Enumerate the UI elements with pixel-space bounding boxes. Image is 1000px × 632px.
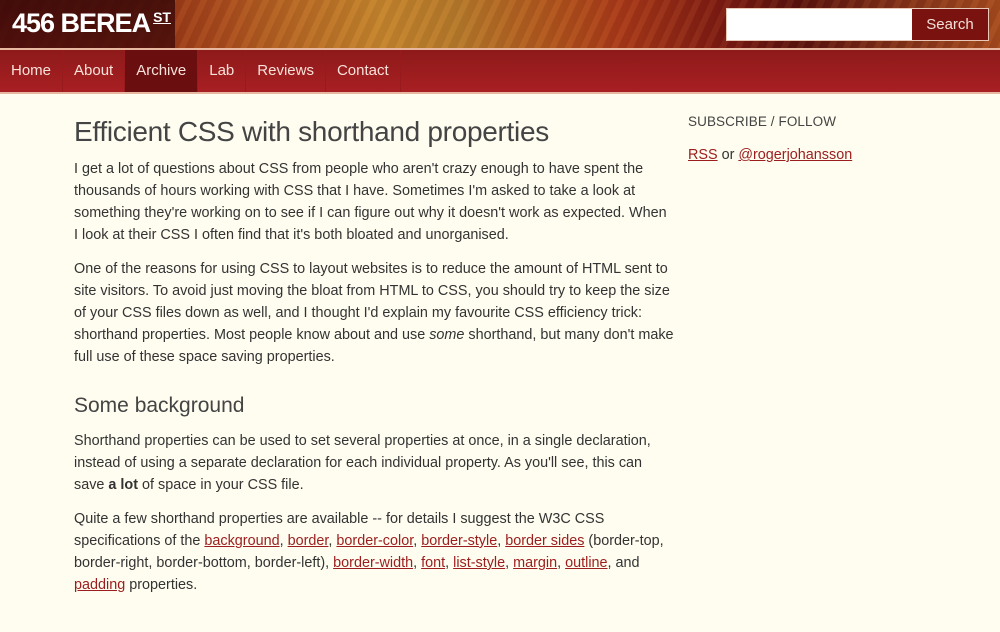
article-title: Efficient CSS with shorthand properties xyxy=(74,116,549,147)
link-background[interactable]: background xyxy=(204,533,279,549)
strong-text: a lot xyxy=(108,477,138,493)
main-nav: Home About Archive Lab Reviews Contact xyxy=(0,48,1000,94)
nav-item-home[interactable]: Home xyxy=(0,50,64,92)
site-header: 456 BEREA ST Search xyxy=(0,0,1000,48)
article: Efficient CSS with shorthand properties … xyxy=(74,110,674,608)
text: or xyxy=(717,147,739,163)
nav-item-contact[interactable]: Contact xyxy=(326,50,401,92)
logo-text: 456 BEREA xyxy=(12,8,151,38)
nav-item-lab[interactable]: Lab xyxy=(198,50,247,92)
separator: , xyxy=(279,533,288,549)
separator: , xyxy=(557,555,566,571)
link-outline[interactable]: outline xyxy=(565,555,607,571)
link-list-style[interactable]: list-style xyxy=(453,555,505,571)
search-form: Search xyxy=(726,8,989,41)
separator: , xyxy=(445,555,454,571)
nav-item-about[interactable]: About xyxy=(63,50,126,92)
nav-item-reviews[interactable]: Reviews xyxy=(246,50,326,92)
text: of space in your CSS file. xyxy=(138,477,304,493)
separator: , xyxy=(505,555,514,571)
nav-item-archive[interactable]: Archive xyxy=(125,50,199,92)
separator: , xyxy=(413,555,422,571)
search-button[interactable]: Search xyxy=(912,9,988,40)
subscribe-heading: SUBSCRIBE / FOLLOW xyxy=(688,114,837,129)
paragraph-shorthand-list: Quite a few shorthand properties are ava… xyxy=(74,508,674,596)
paragraph-reasons: One of the reasons for using CSS to layo… xyxy=(74,258,674,368)
paragraph-background: Shorthand properties can be used to set … xyxy=(74,430,674,496)
link-border[interactable]: border xyxy=(288,533,329,549)
text: properties. xyxy=(125,577,198,593)
site-logo[interactable]: 456 BEREA ST xyxy=(12,8,171,39)
link-border-width[interactable]: border-width xyxy=(333,555,413,571)
paragraph-intro: I get a lot of questions about CSS from … xyxy=(74,161,667,243)
sidebar: SUBSCRIBE / FOLLOW RSS or @rogerjohansso… xyxy=(688,114,988,178)
link-border-color[interactable]: border-color xyxy=(336,533,413,549)
search-input[interactable] xyxy=(727,9,912,40)
separator: , xyxy=(497,533,506,549)
link-border-sides[interactable]: border sides xyxy=(505,533,584,549)
separator: , and xyxy=(607,555,640,571)
twitter-link[interactable]: @rogerjohansson xyxy=(738,147,852,163)
link-border-style[interactable]: border-style xyxy=(421,533,497,549)
subscribe-links: RSS or @rogerjohansson xyxy=(688,144,988,166)
logo-superscript: ST xyxy=(153,9,171,25)
section-heading: Some background xyxy=(74,394,245,417)
link-font[interactable]: font xyxy=(421,555,445,571)
emphasis: some xyxy=(429,327,465,343)
rss-link[interactable]: RSS xyxy=(688,147,718,163)
link-padding[interactable]: padding xyxy=(74,577,125,593)
link-margin[interactable]: margin xyxy=(513,555,557,571)
